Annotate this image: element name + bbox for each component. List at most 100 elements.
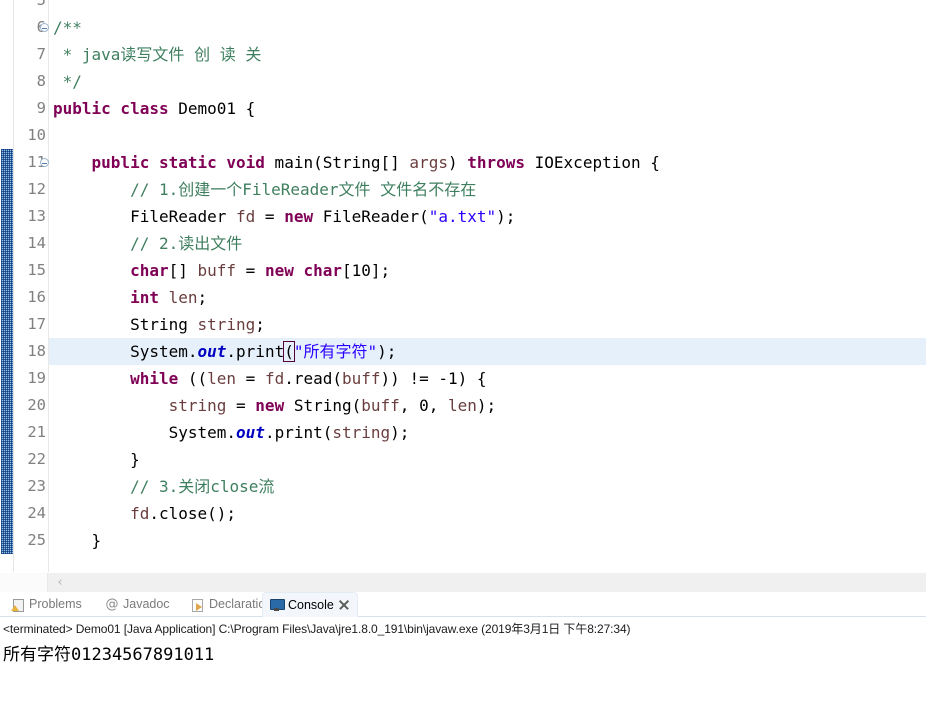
- code-line[interactable]: */: [49, 68, 926, 95]
- code-token: FileReader(: [313, 207, 429, 226]
- code-token: ;: [255, 315, 265, 334]
- code-line[interactable]: public class Demo01 {: [49, 95, 926, 122]
- code-token: =: [226, 396, 256, 415]
- matching-bracket-box: (: [283, 341, 295, 362]
- fold-collapse-icon[interactable]: [37, 149, 51, 176]
- line-number-partial: 5: [36, 0, 46, 9]
- code-line[interactable]: /**: [49, 14, 926, 41]
- code-token: }: [53, 450, 140, 469]
- javadoc-at-icon: @: [105, 596, 119, 612]
- code-token: throws: [467, 153, 526, 172]
- code-line[interactable]: // 1.创建一个FileReader文件 文件名不存在: [49, 176, 926, 203]
- close-icon[interactable]: [338, 599, 350, 611]
- code-token: string: [332, 423, 391, 442]
- code-token: out: [197, 342, 227, 361]
- scroll-left-chevron-icon[interactable]: ‹: [52, 574, 68, 592]
- code-token: String(: [284, 396, 362, 415]
- line-number-gutter[interactable]: 5678910111213141516171819202122232425: [14, 0, 48, 572]
- code-token: [10];: [342, 261, 391, 280]
- problems-icon: [11, 598, 25, 612]
- code-token: .read(: [284, 369, 343, 388]
- tab-problems[interactable]: Problems: [4, 592, 89, 617]
- line-number: 15: [27, 261, 46, 279]
- code-token: out: [236, 423, 265, 442]
- line-number: 14: [27, 234, 46, 252]
- code-token: new char: [264, 261, 342, 280]
- code-token: );: [476, 396, 497, 415]
- code-token: buff: [361, 396, 400, 415]
- code-token: ;: [197, 288, 208, 307]
- tab-label: Javadoc: [123, 597, 170, 611]
- code-token: fd: [130, 504, 150, 523]
- code-token: main(String[]: [264, 153, 410, 172]
- code-line[interactable]: fd.close();: [49, 500, 926, 527]
- line-number: 22: [27, 450, 46, 468]
- code-line[interactable]: int len;: [49, 284, 926, 311]
- fold-minus-glyph: [39, 158, 49, 168]
- code-line[interactable]: String string;: [49, 311, 926, 338]
- line-number: 17: [27, 315, 46, 333]
- console-output-text: 所有字符01234567891011: [3, 645, 215, 665]
- code-line[interactable]: string = new String(buff, 0, len);: [49, 392, 926, 419]
- code-line[interactable]: System.out.print("所有字符");: [49, 338, 926, 365]
- code-token: int: [130, 288, 159, 307]
- code-token: IOException {: [525, 153, 660, 172]
- code-token: FileReader: [53, 207, 237, 226]
- code-line[interactable]: public static void main(String[] args) t…: [49, 149, 926, 176]
- code-token: Demo01 {: [168, 99, 256, 118]
- code-line[interactable]: System.out.print(string);: [49, 419, 926, 446]
- code-token: }: [53, 531, 102, 550]
- code-token: fd: [236, 207, 256, 226]
- line-number: 24: [27, 504, 46, 522]
- line-number: 21: [27, 423, 46, 441]
- code-line[interactable]: }: [49, 527, 926, 554]
- code-text-area[interactable]: /** * java读写文件 创 读 关 */ public class Demo…: [49, 0, 926, 572]
- line-number: 12: [27, 180, 46, 198]
- console-launch-header: <terminated> Demo01 [Java Application] C…: [3, 622, 631, 636]
- code-line[interactable]: // 3.关闭close流: [49, 473, 926, 500]
- code-token: * java读写文件 创 读 关: [53, 45, 262, 64]
- code-token: public static void: [91, 153, 265, 172]
- code-token: .print: [226, 342, 285, 361]
- code-line[interactable]: // 2.读出文件: [49, 230, 926, 257]
- line-number: 20: [27, 396, 46, 414]
- line-number: 7: [36, 45, 46, 63]
- line-number: 13: [27, 207, 46, 225]
- code-token: =: [236, 369, 265, 388]
- code-token: len: [447, 396, 477, 415]
- code-token: /**: [53, 18, 82, 37]
- tab-javadoc[interactable]: @ Javadoc: [98, 592, 177, 617]
- console-view[interactable]: <terminated> Demo01 [Java Application] C…: [0, 617, 926, 712]
- code-token: ): [447, 153, 468, 172]
- code-line[interactable]: [49, 122, 926, 149]
- editor-horizontal-scrollbar[interactable]: ‹: [0, 572, 926, 593]
- fold-collapse-icon[interactable]: [37, 14, 51, 41]
- code-token: =: [255, 207, 285, 226]
- code-line[interactable]: FileReader fd = new FileReader("a.txt");: [49, 203, 926, 230]
- line-number: 9: [36, 99, 46, 117]
- code-token: public class: [53, 99, 169, 118]
- java-editor[interactable]: 5678910111213141516171819202122232425 /*…: [0, 0, 926, 572]
- code-line[interactable]: * java读写文件 创 读 关: [49, 41, 926, 68]
- tab-console[interactable]: Console: [262, 592, 358, 617]
- code-token: new: [255, 396, 285, 415]
- code-token: len: [207, 369, 237, 388]
- annotation-ruler[interactable]: [0, 0, 14, 572]
- code-line[interactable]: char[] buff = new char[10];: [49, 257, 926, 284]
- code-token: args: [409, 153, 448, 172]
- code-token: System.: [53, 342, 198, 361]
- code-token: // 3.关闭close流: [53, 477, 275, 496]
- code-line[interactable]: while ((len = fd.read(buff)) != -1) {: [49, 365, 926, 392]
- code-token: string: [197, 315, 256, 334]
- code-line[interactable]: }: [49, 446, 926, 473]
- code-token: // 1.创建一个FileReader文件 文件名不存在: [53, 180, 477, 199]
- code-token: String: [53, 315, 198, 334]
- line-number: 23: [27, 477, 46, 495]
